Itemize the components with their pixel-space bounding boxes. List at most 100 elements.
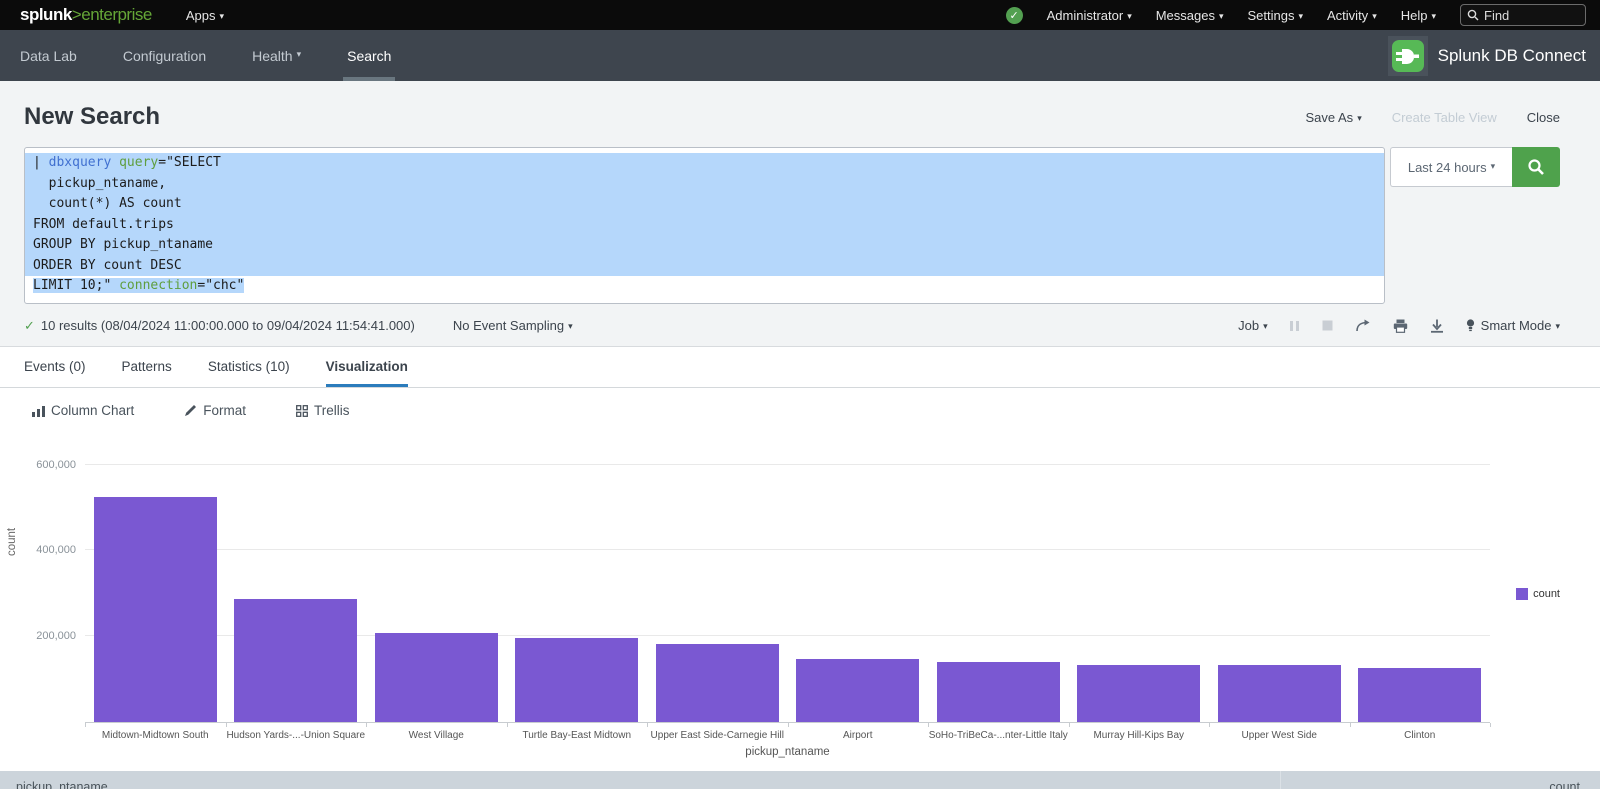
x-category-label: West Village	[366, 723, 507, 741]
trellis-label: Trellis	[314, 403, 350, 418]
x-category-label: Airport	[788, 723, 929, 741]
nav-health[interactable]: Health	[252, 30, 301, 81]
bar[interactable]	[94, 497, 217, 722]
x-category-label: Upper West Side	[1209, 723, 1350, 741]
plug-icon	[1391, 39, 1425, 73]
visualization-toolbar: Column Chart Format Trellis	[0, 388, 1600, 434]
query-token: FROM default.trips	[33, 217, 174, 232]
query-token: count(*) AS count	[33, 196, 182, 211]
app-title: Splunk DB Connect	[1438, 46, 1586, 66]
format-label: Format	[203, 403, 246, 418]
search-mode-selector[interactable]: Smart Mode	[1466, 318, 1560, 333]
x-tick	[788, 723, 789, 727]
legend-label: count	[1533, 588, 1560, 600]
x-tick	[1209, 723, 1210, 727]
pause-icon[interactable]	[1290, 320, 1300, 332]
x-axis-title: pickup_ntaname	[85, 741, 1490, 758]
bar[interactable]	[656, 644, 779, 722]
print-icon[interactable]	[1393, 319, 1408, 333]
x-tick	[226, 723, 227, 727]
x-category-label: Upper East Side-Carnegie Hill	[647, 723, 788, 741]
event-sampling-menu[interactable]: No Event Sampling	[453, 318, 573, 333]
column-chart-icon	[32, 405, 45, 417]
activity-menu[interactable]: Activity	[1327, 8, 1377, 23]
page-title: New Search	[24, 103, 160, 131]
create-table-view-button: Create Table View	[1392, 110, 1497, 125]
x-tick	[85, 723, 86, 727]
tab-patterns[interactable]: Patterns	[122, 346, 172, 387]
share-icon[interactable]	[1355, 319, 1371, 332]
app-nav-bar: Data Lab Configuration Health Search Spl…	[0, 30, 1600, 81]
results-status-text: 10 results (08/04/2024 11:00:00.000 to 0…	[41, 318, 415, 333]
settings-menu[interactable]: Settings	[1248, 8, 1304, 23]
bar[interactable]	[1358, 668, 1481, 722]
bar[interactable]	[796, 659, 919, 722]
help-menu[interactable]: Help	[1401, 8, 1436, 23]
db-connect-app-icon-wrap[interactable]	[1388, 36, 1428, 76]
x-category-label: Murray Hill-Kips Bay	[1069, 723, 1210, 741]
nav-configuration[interactable]: Configuration	[123, 30, 206, 81]
bar[interactable]	[234, 599, 357, 722]
x-category-label: SoHo-TriBeCa-...nter-Little Italy	[928, 723, 1069, 741]
column-header-pickup-ntaname[interactable]: pickup_ntaname	[0, 771, 1280, 789]
bar[interactable]	[1077, 665, 1200, 722]
search-icon	[1527, 158, 1545, 176]
messages-menu[interactable]: Messages	[1156, 8, 1224, 23]
save-as-button[interactable]: Save As	[1305, 110, 1361, 125]
x-tick	[647, 723, 648, 727]
x-tick	[366, 723, 367, 727]
column-header-count[interactable]: count	[1280, 771, 1600, 789]
query-token: |	[33, 155, 49, 170]
query-token: ="SELECT	[158, 155, 221, 170]
export-icon[interactable]	[1430, 319, 1444, 333]
bar[interactable]	[515, 638, 638, 722]
find-input[interactable]	[1484, 8, 1574, 23]
chart-legend[interactable]: count	[1516, 588, 1560, 600]
bar[interactable]	[375, 633, 498, 722]
x-tick	[1350, 723, 1351, 727]
query-token: connection	[119, 278, 197, 293]
tab-statistics[interactable]: Statistics (10)	[208, 346, 290, 387]
query-token: dbxquery	[49, 155, 112, 170]
close-button[interactable]: Close	[1527, 110, 1560, 125]
query-token: query	[119, 155, 158, 170]
x-tick	[1490, 723, 1491, 727]
trellis-grid-icon	[296, 405, 308, 417]
chart-type-label: Column Chart	[51, 403, 134, 418]
query-token: pickup_ntaname,	[33, 176, 166, 191]
format-button[interactable]: Format	[176, 398, 254, 423]
run-search-button[interactable]	[1512, 147, 1560, 187]
chart-type-button[interactable]: Column Chart	[24, 398, 142, 423]
search-icon	[1467, 9, 1479, 21]
stop-icon[interactable]	[1322, 320, 1333, 331]
query-token: GROUP BY pickup_ntaname	[33, 237, 213, 252]
bar[interactable]	[1218, 665, 1341, 722]
job-menu[interactable]: Job	[1238, 318, 1268, 333]
find-search-box[interactable]	[1460, 4, 1586, 26]
search-query-box[interactable]: | dbxquery query="SELECT pickup_ntaname,…	[24, 147, 1385, 304]
x-category-label: Midtown-Midtown South	[85, 723, 226, 741]
query-token: ="chc"	[197, 278, 244, 293]
administrator-menu[interactable]: Administrator	[1047, 8, 1132, 23]
query-token: LIMIT 10;"	[33, 278, 119, 293]
legend-swatch	[1516, 588, 1528, 600]
health-status-icon[interactable]: ✓	[1006, 7, 1023, 24]
x-category-label: Hudson Yards-...-Union Square	[226, 723, 367, 741]
top-bar: splunk>enterprise Apps ✓ Administrator M…	[0, 0, 1600, 30]
column-chart: count 200,000400,000600,000 Midtown-Midt…	[0, 436, 1600, 752]
nav-search[interactable]: Search	[347, 30, 391, 81]
logo-gt: >	[72, 5, 81, 24]
x-category-label: Clinton	[1350, 723, 1491, 741]
x-category-label: Turtle Bay-East Midtown	[507, 723, 648, 741]
nav-data-lab[interactable]: Data Lab	[20, 30, 77, 81]
tab-events[interactable]: Events (0)	[24, 346, 86, 387]
trellis-button[interactable]: Trellis	[288, 398, 358, 423]
check-icon: ✓	[24, 318, 35, 334]
splunk-logo[interactable]: splunk>enterprise	[20, 5, 152, 25]
time-range-picker[interactable]: Last 24 hours	[1390, 147, 1512, 187]
tab-visualization[interactable]: Visualization	[326, 346, 408, 387]
y-tick-label: 600,000	[0, 459, 76, 471]
x-tick	[928, 723, 929, 727]
apps-menu[interactable]: Apps	[186, 8, 224, 23]
bar[interactable]	[937, 662, 1060, 722]
